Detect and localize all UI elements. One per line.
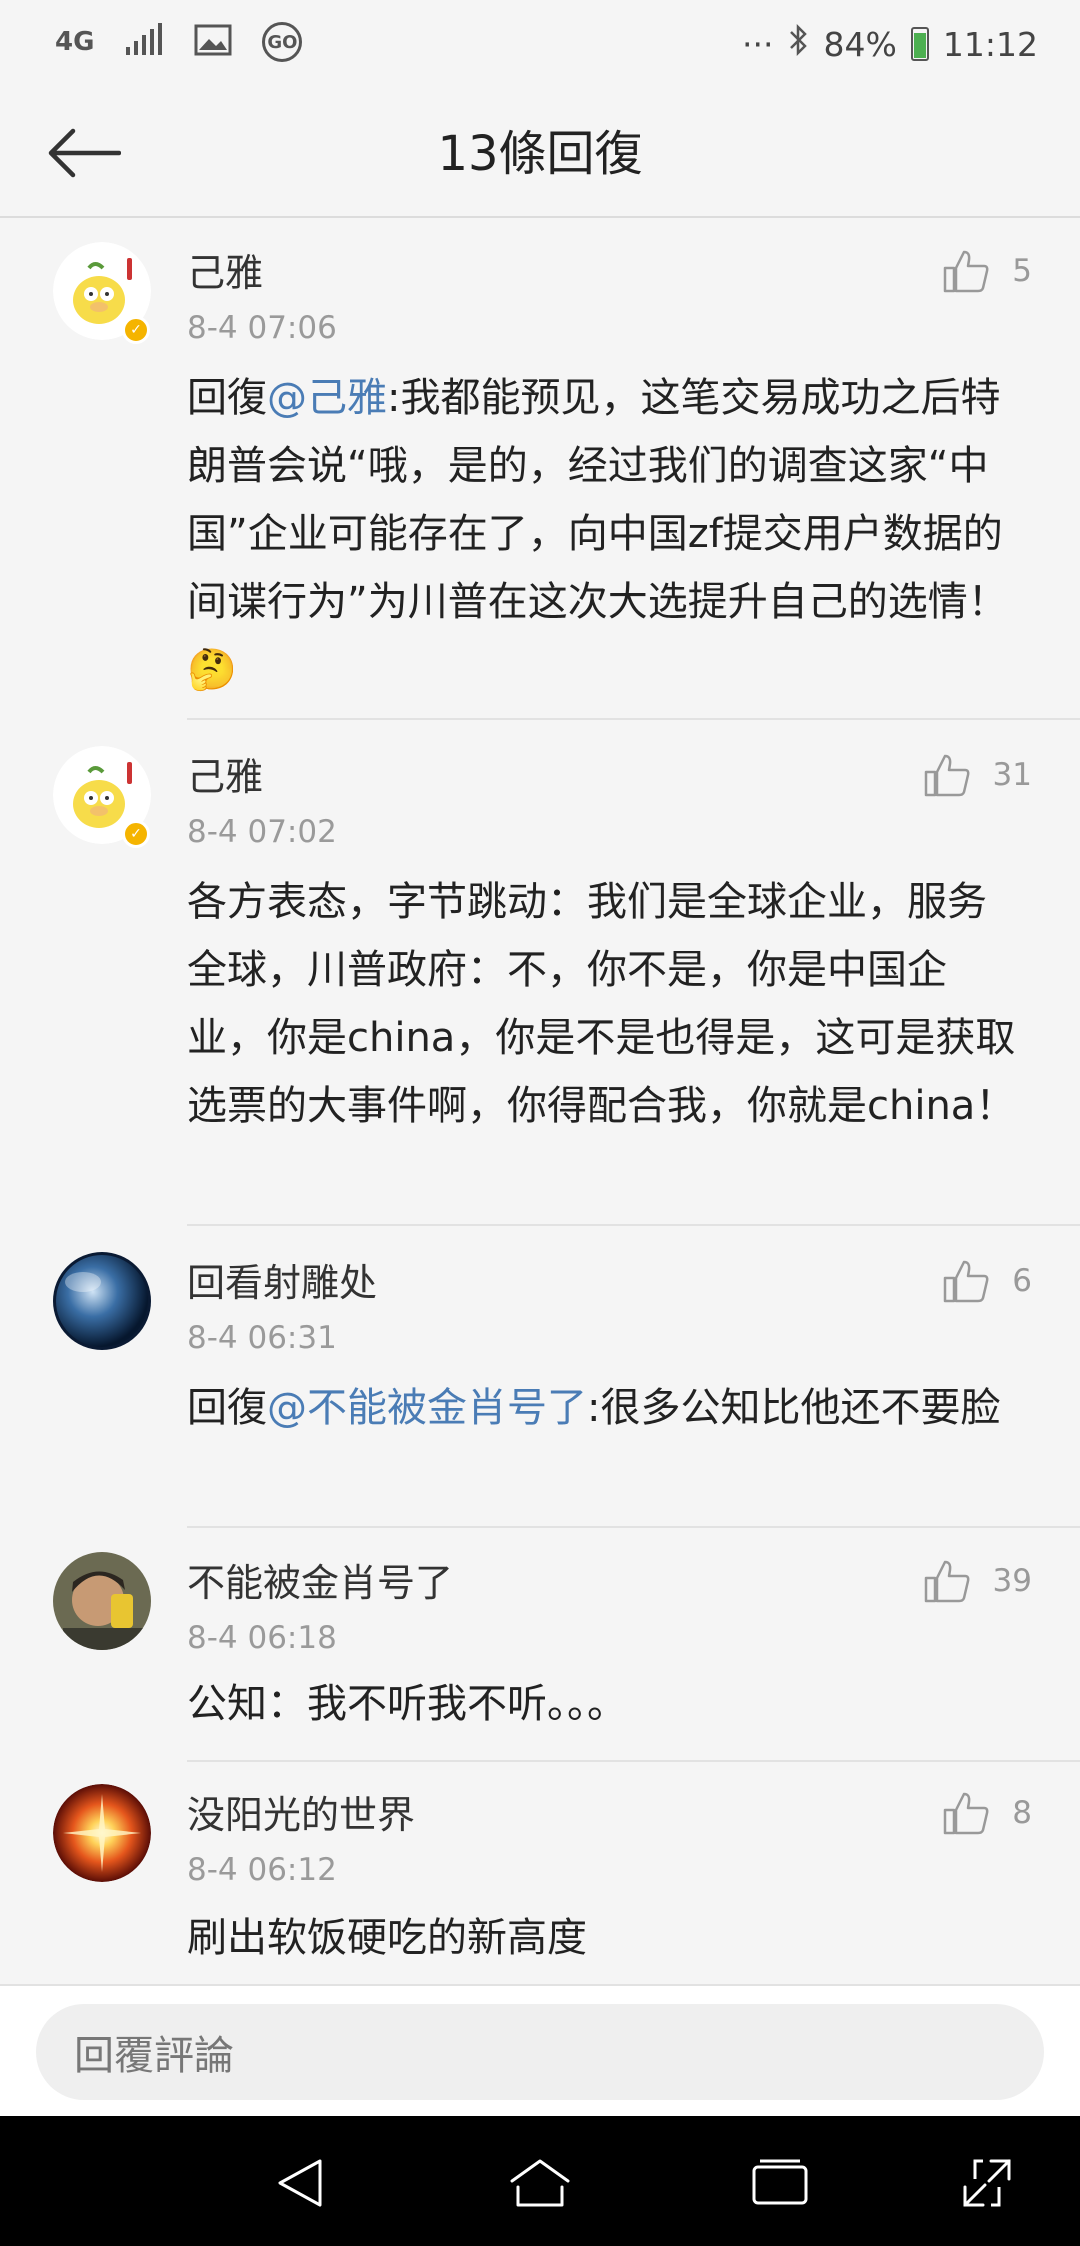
comment-item[interactable]: ✓ 己雅 8-4 07:02 31 各方表态，字节跳动：我们是全球企业，服务全球… (0, 722, 1080, 1226)
triangle-back-icon (278, 2159, 322, 2207)
battery-percent: 84% (823, 24, 897, 64)
nav-recents-button[interactable] (748, 2151, 812, 2215)
reply-prefix: 回復 (187, 375, 267, 421)
divider (187, 1224, 1080, 1226)
username[interactable]: 不能被金肖号了 (187, 1552, 453, 1607)
comment-item[interactable]: 不能被金肖号了 8-4 06:18 39 公知：我不听我不听。。。 (0, 1530, 1080, 1762)
thumbs-up-icon (924, 754, 969, 797)
like-button[interactable]: 6 (942, 1258, 1032, 1304)
thumbs-up-icon (924, 1560, 969, 1603)
comment-time: 8-4 06:12 (187, 1852, 337, 1888)
avatar[interactable] (53, 1252, 151, 1350)
username[interactable]: 没阳光的世界 (187, 1784, 415, 1839)
image-notification-icon (194, 24, 232, 60)
avatar[interactable] (53, 1784, 151, 1882)
comment-item[interactable]: ✓ 己雅 8-4 07:06 5 回復@己雅:我都能预见，这笔交易成功之后特朗普… (0, 218, 1080, 720)
thumbs-up-icon (944, 250, 989, 293)
like-count: 8 (1012, 1795, 1032, 1831)
bluetooth-icon (788, 22, 810, 66)
signal-icon (124, 23, 164, 61)
comment-item[interactable]: 回看射雕处 8-4 06:31 6 回復@不能被金肖号了:很多公知比他还不要脸 (0, 1228, 1080, 1528)
thumbs-up-icon (944, 1260, 989, 1303)
like-button[interactable]: 39 (923, 1558, 1032, 1604)
comment-time: 8-4 06:31 (187, 1320, 337, 1356)
thumbs-up-icon (944, 1792, 989, 1835)
comment-text: 各方表态，字节跳动：我们是全球企业，服务全球，川普政府：不，你不是，你是中国企业… (187, 879, 1016, 1129)
comment-text: 公知：我不听我不听。。。 (187, 1681, 627, 1727)
comment-time: 8-4 07:02 (187, 814, 337, 850)
comment-text: 回復@不能被金肖号了:很多公知比他还不要脸 (187, 1374, 1017, 1442)
status-bar: 4G GO ··· 84% 11:12 (0, 0, 1080, 90)
divider (187, 1526, 1080, 1528)
clock: 11:12 (942, 24, 1038, 64)
comment-item[interactable]: 没阳光的世界 8-4 06:12 8 刷出软饭硬吃的新高度 (0, 1764, 1080, 1984)
battery-icon (910, 27, 929, 61)
comment-time: 8-4 07:06 (187, 310, 337, 346)
home-icon (510, 2159, 570, 2207)
like-button[interactable]: 5 (942, 248, 1032, 294)
username[interactable]: 己雅 (187, 746, 263, 801)
comment-body: :很多公知比他还不要脸 (587, 1385, 1001, 1431)
comment-text: 回復@己雅:我都能预见，这笔交易成功之后特朗普会说“哦，是的，经过我们的调查这家… (187, 364, 1017, 704)
like-count: 5 (1012, 253, 1032, 289)
network-4g-icon: 4G (55, 27, 95, 57)
reply-input[interactable]: 回覆評論 (36, 2004, 1044, 2100)
like-button[interactable]: 31 (923, 752, 1032, 798)
like-count: 31 (992, 757, 1032, 793)
like-count: 6 (1012, 1263, 1032, 1299)
divider (187, 718, 1080, 720)
reply-bar: 回覆評論 (0, 1984, 1080, 2118)
username[interactable]: 回看射雕处 (187, 1252, 377, 1307)
nav-back-button[interactable] (268, 2151, 332, 2215)
verified-badge-icon: ✓ (122, 820, 150, 848)
navigation-bar (0, 2116, 1080, 2246)
mention-link[interactable]: @己雅 (267, 375, 387, 421)
like-count: 39 (992, 1563, 1032, 1599)
thinking-emoji: 🤔 (187, 647, 237, 693)
divider (187, 1760, 1080, 1762)
header: 13條回復 (0, 90, 1080, 218)
nav-expand-button[interactable] (955, 2151, 1019, 2215)
go-app-icon: GO (262, 22, 303, 62)
expand-icon (963, 2159, 1011, 2207)
nav-home-button[interactable] (508, 2151, 572, 2215)
verified-badge-icon: ✓ (122, 316, 150, 344)
avatar[interactable] (53, 1552, 151, 1650)
comment-text: 刷出软饭硬吃的新高度 (187, 1915, 587, 1961)
page-title: 13條回復 (437, 126, 643, 182)
mention-link[interactable]: @不能被金肖号了 (267, 1385, 587, 1431)
comment-time: 8-4 06:18 (187, 1620, 337, 1656)
more-notifications-icon: ··· (742, 24, 774, 64)
reply-prefix: 回復 (187, 1385, 267, 1431)
recents-icon (752, 2159, 808, 2205)
username[interactable]: 己雅 (187, 242, 263, 297)
like-button[interactable]: 8 (942, 1790, 1032, 1836)
